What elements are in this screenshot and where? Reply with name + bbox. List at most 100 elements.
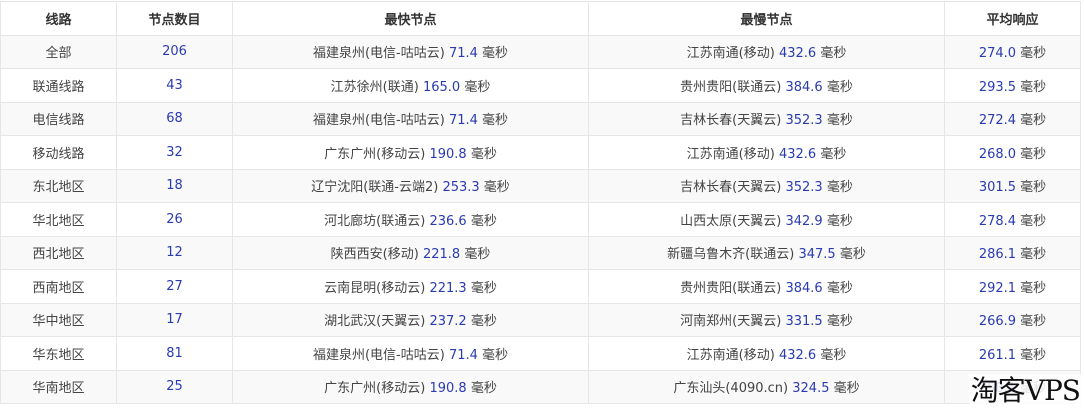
slowest-node-name: 吉林长春(天翼云) — [680, 180, 782, 196]
fastest-node-ms: 221.3 — [429, 280, 467, 296]
table-row: 移动线路 32 广东广州(移动云) 190.8 毫秒 江苏南通(移动) 432.6 毫… — [0, 135, 1081, 170]
unit-label: 毫秒 — [1020, 180, 1047, 196]
unit-label: 毫秒 — [482, 46, 509, 62]
slowest-node-ms: 384.6 — [785, 280, 823, 296]
fastest-node-name: 福建泉州(电信-咕咕云) — [312, 347, 445, 363]
cell-fastest-node: 湖北武汉(天翼云) 237.2 毫秒 — [232, 302, 589, 337]
cell-fastest-node: 云南昆明(移动云) 221.3 毫秒 — [232, 269, 589, 304]
cell-average-response: 293.5 毫秒 — [944, 68, 1081, 103]
slowest-node-ms: 432.6 — [778, 146, 817, 162]
slowest-node-name: 河南郑州(天翼云) — [680, 314, 782, 330]
unit-label: 毫秒 — [1020, 146, 1047, 162]
slowest-node-name: 江苏南通(移动) — [686, 146, 775, 162]
cell-slowest-node: 吉林长春(天翼云) 352.3 毫秒 — [588, 101, 945, 136]
cell-slowest-node: 江苏南通(移动) 432.6 毫秒 — [588, 34, 945, 69]
line-name: 华东地区 — [32, 347, 85, 363]
table-row: 华南地区 25 广东广州(移动云) 190.8 毫秒 广东汕头(4090.cn) 32… — [0, 369, 1081, 404]
fastest-node-name: 辽宁沈阳(联通-云端2) — [311, 180, 439, 196]
slowest-node-name: 江苏南通(移动) — [686, 46, 775, 62]
average-ms: 278.4 — [978, 213, 1017, 229]
slowest-node-ms: 432.6 — [778, 347, 817, 363]
line-name: 电信线路 — [32, 113, 85, 129]
fastest-node-ms: 71.4 — [448, 347, 478, 363]
unit-label: 毫秒 — [464, 79, 491, 95]
node-count: 12 — [166, 245, 183, 261]
cell-node-count: 25 — [116, 369, 233, 404]
cell-slowest-node: 贵州贵阳(联通云) 384.6 毫秒 — [588, 269, 945, 304]
slowest-node-name: 山西太原(天翼云) — [680, 213, 782, 229]
unit-label: 毫秒 — [820, 347, 847, 363]
slowest-node-ms: 352.3 — [785, 180, 823, 196]
fastest-node-name: 福建泉州(电信-咕咕云) — [312, 113, 445, 129]
cell-node-count: 17 — [116, 302, 233, 337]
table-row: 电信线路 68 福建泉州(电信-咕咕云) 71.4 毫秒 吉林长春(天翼云) 352.… — [0, 101, 1081, 136]
cell-node-count: 206 — [116, 34, 233, 69]
cell-line: 东北地区 — [0, 168, 117, 203]
unit-label: 毫秒 — [464, 247, 491, 263]
average-ms: 286.1 — [978, 247, 1017, 263]
unit-label: 毫秒 — [833, 381, 860, 397]
unit-label: 毫秒 — [1020, 280, 1047, 296]
slowest-node-name: 吉林长春(天翼云) — [680, 113, 782, 129]
fastest-node-ms: 165.0 — [422, 79, 461, 95]
header-slowest-node: 最慢节点 — [588, 1, 945, 36]
cell-average-response: 292.1 毫秒 — [944, 269, 1081, 304]
cell-average-response: 272.4 毫秒 — [944, 101, 1081, 136]
slowest-node-name: 贵州贵阳(联通云) — [680, 79, 782, 95]
cell-average-response: 261.1 毫秒 — [944, 336, 1081, 371]
unit-label: 毫秒 — [1020, 247, 1047, 263]
table-row: 西南地区 27 云南昆明(移动云) 221.3 毫秒 贵州贵阳(联通云) 384.6 … — [0, 269, 1081, 304]
unit-label: 毫秒 — [1020, 79, 1047, 95]
cell-fastest-node: 福建泉州(电信-咕咕云) 71.4 毫秒 — [232, 34, 589, 69]
slowest-node-ms: 347.5 — [798, 247, 836, 263]
latency-table: 线路 节点数目 最快节点 最慢节点 平均响应 全部 206 福建泉州(电信-咕咕云)… — [0, 1, 1081, 404]
unit-label: 毫秒 — [826, 113, 853, 129]
table-row: 联通线路 43 江苏徐州(联通) 165.0 毫秒 贵州贵阳(联通云) 384.6 毫… — [0, 68, 1081, 103]
unit-label: 毫秒 — [1020, 46, 1047, 62]
average-ms: 272.4 — [978, 113, 1017, 129]
slowest-node-name: 江苏南通(移动) — [686, 347, 775, 363]
slowest-node-ms: 331.5 — [785, 314, 823, 330]
cell-line: 华南地区 — [0, 369, 117, 404]
fastest-node-name: 湖北武汉(天翼云) — [324, 314, 426, 330]
cell-slowest-node: 广东汕头(4090.cn) 324.5 毫秒 — [588, 369, 945, 404]
cell-slowest-node: 江苏南通(移动) 432.6 毫秒 — [588, 135, 945, 170]
unit-label: 毫秒 — [820, 46, 847, 62]
node-count: 68 — [166, 111, 183, 127]
cell-average-response: 301.5 毫秒 — [944, 168, 1081, 203]
line-name: 华北地区 — [32, 213, 85, 229]
fastest-node-ms: 190.8 — [429, 381, 467, 397]
node-count: 206 — [162, 44, 187, 60]
fastest-node-name: 江苏徐州(联通) — [330, 79, 419, 95]
line-name: 移动线路 — [32, 146, 85, 162]
fastest-node-name: 云南昆明(移动云) — [324, 280, 426, 296]
cell-slowest-node: 江苏南通(移动) 432.6 毫秒 — [588, 336, 945, 371]
cell-slowest-node: 河南郑州(天翼云) 331.5 毫秒 — [588, 302, 945, 337]
cell-node-count: 43 — [116, 68, 233, 103]
cell-line: 全部 — [0, 34, 117, 69]
fastest-node-ms: 71.4 — [448, 113, 478, 129]
cell-slowest-node: 山西太原(天翼云) 342.9 毫秒 — [588, 202, 945, 237]
cell-average-response: 278.4 毫秒 — [944, 202, 1081, 237]
slowest-node-ms: 352.3 — [785, 113, 823, 129]
average-ms: 268.0 — [978, 146, 1017, 162]
unit-label: 毫秒 — [470, 146, 497, 162]
unit-label: 毫秒 — [826, 280, 853, 296]
fastest-node-name: 广东广州(移动云) — [324, 146, 426, 162]
unit-label: 毫秒 — [470, 314, 497, 330]
cell-fastest-node: 河北廊坊(联通云) 236.6 毫秒 — [232, 202, 589, 237]
unit-label: 毫秒 — [483, 180, 510, 196]
cell-average-response: 266.9 毫秒 — [944, 302, 1081, 337]
node-count: 43 — [166, 77, 183, 93]
node-count: 17 — [166, 312, 183, 328]
table-row: 华东地区 81 福建泉州(电信-咕咕云) 71.4 毫秒 江苏南通(移动) 432.6… — [0, 336, 1081, 371]
slowest-node-name: 广东汕头(4090.cn) — [673, 381, 789, 397]
average-ms: 261.1 — [978, 347, 1017, 363]
table-row: 华北地区 26 河北廊坊(联通云) 236.6 毫秒 山西太原(天翼云) 342.9 … — [0, 202, 1081, 237]
cell-average-response: 274.0 毫秒 — [944, 34, 1081, 69]
watermark-logo: 淘客VPS — [968, 374, 1082, 408]
cell-line: 移动线路 — [0, 135, 117, 170]
average-ms: 292.1 — [978, 280, 1017, 296]
slowest-node-ms: 384.6 — [785, 79, 823, 95]
cell-line: 电信线路 — [0, 101, 117, 136]
